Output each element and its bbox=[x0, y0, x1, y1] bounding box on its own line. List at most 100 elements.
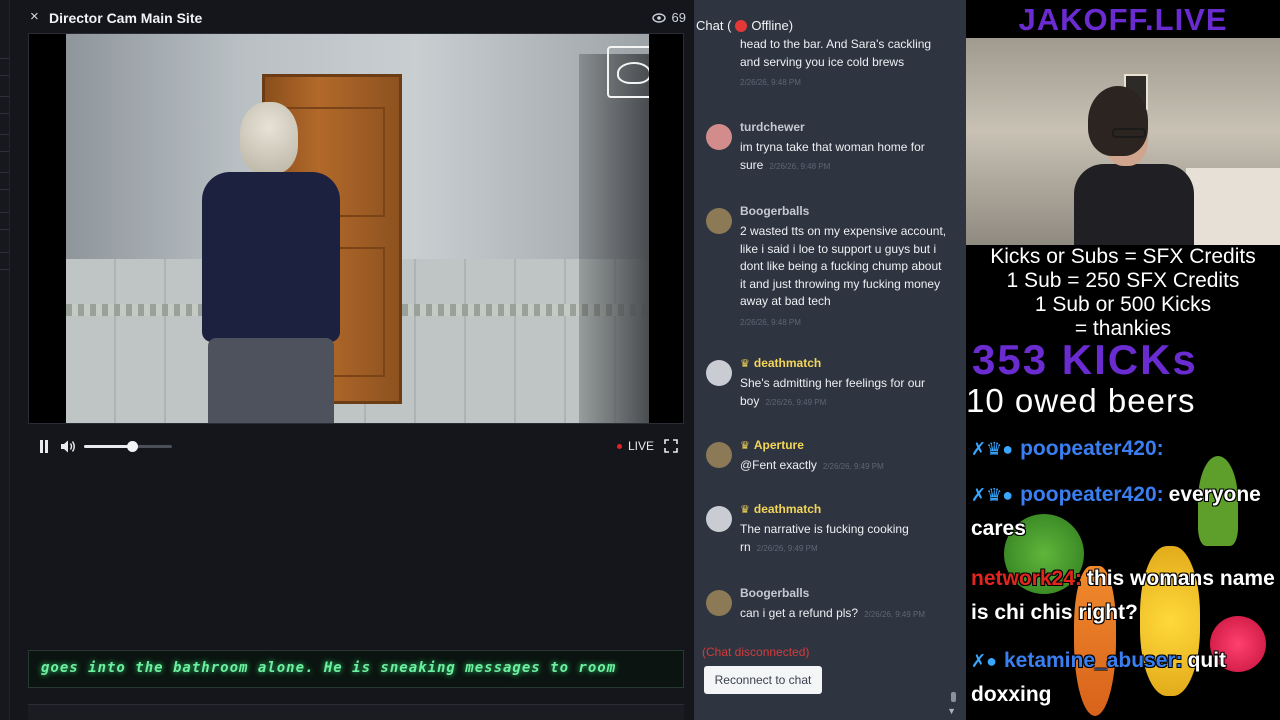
scene-person bbox=[198, 102, 343, 423]
chat-username-text: turdchewer bbox=[740, 120, 805, 134]
chat-timestamp: 2/26/26, 9:48 PM bbox=[740, 317, 801, 327]
chat-panel: Chat ( Offline) head to the bar. And Sar… bbox=[694, 0, 966, 720]
chat-username[interactable]: turdchewer bbox=[740, 120, 805, 134]
user-badges-icon: ✗♛● bbox=[971, 439, 1019, 459]
user-badges-icon: ✗♛● bbox=[971, 485, 1019, 505]
chat-username-text: deathmatch bbox=[753, 356, 822, 370]
overlay-chat-username: poopeater420: bbox=[1020, 483, 1164, 506]
chat-message-text: im tryna take that woman home for sure 2/… bbox=[740, 139, 950, 175]
app-root: × Director Cam Main Site 69 LIVE goes in… bbox=[0, 0, 1280, 720]
user-badges-icon: ✗● bbox=[971, 651, 1002, 671]
video-scene bbox=[66, 34, 649, 423]
chat-message-body: im tryna take that woman home for sure bbox=[740, 140, 925, 172]
chat-message-text: She's admitting her feelings for our boy… bbox=[740, 375, 950, 411]
rail-item[interactable] bbox=[0, 172, 9, 190]
chat-message-body: head to the bar. And Sara's cackling and… bbox=[740, 37, 932, 69]
chat-username-text: Boogerballs bbox=[740, 204, 810, 218]
player-header: × Director Cam Main Site 69 bbox=[10, 0, 694, 34]
overlay-chat-username: network24: bbox=[971, 567, 1082, 590]
overlay-chat-line: ✗♛● poopeater420: bbox=[971, 432, 1276, 466]
chat-message-list[interactable]: head to the bar. And Sara's cackling and… bbox=[694, 36, 952, 640]
rail-item[interactable] bbox=[0, 96, 9, 114]
chat-title: Chat ( bbox=[696, 18, 732, 33]
volume-icon[interactable] bbox=[60, 439, 76, 454]
chat-scrollbar[interactable] bbox=[951, 40, 956, 706]
kicks-counter: 353 KICKs bbox=[972, 336, 1198, 383]
overlay-chat-line: ✗● ketamine_abuser: quit doxxing bbox=[971, 644, 1276, 712]
chat-message-text: The narrative is fucking cooking rn 2/26/… bbox=[740, 521, 950, 557]
fullscreen-icon[interactable] bbox=[664, 439, 678, 453]
stream-info-text: Kicks or Subs = SFX Credits 1 Sub = 250 S… bbox=[966, 245, 1280, 341]
crown-badge-icon: ♛ bbox=[740, 440, 750, 452]
webcam-feed bbox=[966, 38, 1280, 245]
chat-message-body: can i get a refund pls? bbox=[740, 606, 859, 620]
stream-info-line: Kicks or Subs = SFX Credits bbox=[990, 245, 1256, 268]
chat-timestamp: 2/26/26, 9:49 PM bbox=[864, 610, 926, 619]
chat-scroll-thumb[interactable] bbox=[951, 692, 956, 702]
volume-slider-fill bbox=[84, 445, 133, 448]
pause-icon[interactable] bbox=[39, 440, 49, 453]
chat-message-text: 2 wasted tts on my expensive account, li… bbox=[740, 223, 950, 331]
player-bottom-bar bbox=[28, 704, 684, 720]
user-avatar[interactable] bbox=[706, 442, 732, 468]
chat-status: Offline) bbox=[751, 18, 794, 33]
rail-item[interactable] bbox=[0, 134, 9, 152]
player-controls: LIVE bbox=[28, 432, 684, 460]
chat-timestamp: 2/26/26, 9:49 PM bbox=[756, 543, 818, 553]
rail-item[interactable] bbox=[0, 58, 9, 76]
chat-username-text: deathmatch bbox=[753, 502, 822, 516]
stream-title: JAKOFF.LIVE bbox=[1018, 2, 1228, 37]
chat-username-text: Aperture bbox=[753, 438, 804, 452]
offline-status-icon bbox=[735, 19, 748, 32]
chat-username[interactable]: ♛ deathmatch bbox=[740, 502, 821, 516]
left-sidebar-rail bbox=[0, 0, 10, 720]
chat-message-text: @Fent exactly 2/26/26, 9:49 PM bbox=[740, 457, 950, 476]
eye-icon bbox=[651, 12, 666, 23]
overlay-chat-username: poopeater420: bbox=[1020, 437, 1164, 460]
live-dot-icon bbox=[616, 443, 622, 449]
overlay-chat-username: ketamine_abuser: bbox=[1003, 649, 1183, 672]
user-avatar[interactable] bbox=[706, 506, 732, 532]
overlay-chat-line: ✗♛● poopeater420: everyone cares bbox=[971, 478, 1276, 546]
rail-item[interactable] bbox=[0, 252, 9, 270]
chat-disconnected-notice: (Chat disconnected) bbox=[702, 645, 810, 659]
chat-username[interactable]: Boogerballs bbox=[740, 586, 809, 600]
owed-beers-counter: 10 owed beers bbox=[966, 382, 1196, 419]
live-indicator: LIVE bbox=[616, 439, 654, 453]
stream-info-line: 1 Sub = 250 SFX Credits bbox=[1006, 269, 1240, 292]
volume-slider[interactable] bbox=[84, 441, 172, 452]
live-label: LIVE bbox=[627, 439, 654, 453]
volume-slider-thumb[interactable] bbox=[127, 441, 139, 452]
chat-message-text: head to the bar. And Sara's cackling and… bbox=[740, 36, 950, 92]
scroll-down-icon[interactable]: ▼ bbox=[947, 706, 956, 716]
chat-username[interactable]: ♛ deathmatch bbox=[740, 356, 821, 370]
viewer-count-value: 69 bbox=[671, 10, 686, 25]
narration-ticker: goes into the bathroom alone. He is snea… bbox=[28, 650, 684, 688]
user-avatar[interactable] bbox=[706, 360, 732, 386]
chat-timestamp: 2/26/26, 9:48 PM bbox=[769, 161, 831, 171]
chat-username[interactable]: Boogerballs bbox=[740, 204, 809, 218]
chat-timestamp: 2/26/26, 9:49 PM bbox=[765, 397, 827, 407]
chat-timestamp: 2/26/26, 9:49 PM bbox=[822, 462, 884, 471]
ticker-text: goes into the bathroom alone. He is snea… bbox=[41, 660, 617, 676]
rail-item[interactable] bbox=[0, 212, 9, 230]
user-avatar[interactable] bbox=[706, 124, 732, 150]
user-avatar[interactable] bbox=[706, 208, 732, 234]
reconnect-chat-button[interactable]: Reconnect to chat bbox=[704, 666, 822, 694]
close-icon[interactable]: × bbox=[30, 9, 39, 25]
player-title: Director Cam Main Site bbox=[49, 10, 203, 26]
video-player-panel: × Director Cam Main Site 69 LIVE goes in… bbox=[10, 0, 694, 720]
video-display[interactable] bbox=[28, 33, 684, 424]
chat-message-text: can i get a refund pls? 2/26/26, 9:49 PM bbox=[740, 605, 950, 624]
chat-username-text: Boogerballs bbox=[740, 586, 810, 600]
crown-badge-icon: ♛ bbox=[740, 358, 750, 370]
crown-badge-icon: ♛ bbox=[740, 504, 750, 516]
scene-shadow bbox=[579, 54, 649, 423]
viewer-count: 69 bbox=[651, 10, 686, 25]
webcam-person bbox=[1074, 86, 1194, 245]
chat-message-body: 2 wasted tts on my expensive account, li… bbox=[740, 224, 947, 308]
user-avatar[interactable] bbox=[706, 590, 732, 616]
overlay-chat-line: network24: this womans name is chi chis r… bbox=[971, 562, 1276, 630]
frog-logo-icon bbox=[607, 46, 649, 98]
chat-username[interactable]: ♛ Aperture bbox=[740, 438, 804, 452]
